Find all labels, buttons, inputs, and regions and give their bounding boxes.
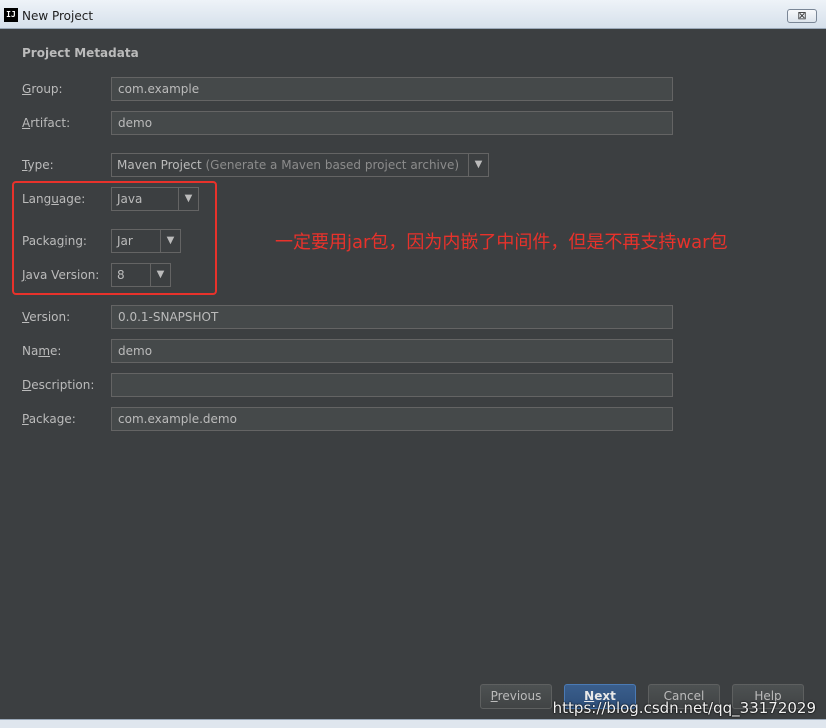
name-label: Name:	[22, 344, 62, 358]
chevron-down-icon[interactable]: ▼	[160, 230, 180, 252]
type-dropdown[interactable]: Maven Project (Generate a Maven based pr…	[111, 153, 489, 177]
java-version-dropdown[interactable]: 8 ▼	[111, 263, 171, 287]
package-label: Package:	[22, 412, 76, 426]
version-input[interactable]	[111, 305, 673, 329]
annotation-text: 一定要用jar包，因为内嵌了中间件，但是不再支持war包	[275, 232, 728, 253]
packaging-label: Packaging:	[22, 234, 87, 248]
window-title: New Project	[22, 9, 94, 23]
artifact-label: Artifact:	[22, 116, 71, 130]
type-value: Maven Project	[117, 158, 202, 172]
language-dropdown[interactable]: Java ▼	[111, 187, 199, 211]
description-input[interactable]	[111, 373, 673, 397]
section-title: Project Metadata	[22, 46, 139, 60]
type-hint: (Generate a Maven based project archive)	[205, 158, 460, 172]
java-version-value: 8	[117, 268, 125, 282]
java-version-label: Java Version:	[22, 268, 100, 282]
previous-button[interactable]: Previous	[480, 684, 552, 709]
language-value: Java	[117, 192, 143, 206]
name-input[interactable]	[111, 339, 673, 363]
close-button[interactable]: ⊠	[787, 9, 817, 23]
title-bar: IJ New Project ⊠	[0, 0, 826, 29]
language-label: Language:	[22, 192, 86, 206]
description-label: Description:	[22, 378, 95, 392]
group-input[interactable]	[111, 77, 673, 101]
watermark: https://blog.csdn.net/qq_33172029	[552, 699, 816, 717]
packaging-dropdown[interactable]: Jar ▼	[111, 229, 181, 253]
window-bottom-frame	[0, 719, 826, 728]
type-label: Type:	[22, 158, 54, 172]
chevron-down-icon[interactable]: ▼	[468, 154, 488, 176]
group-label: Group:	[22, 82, 63, 96]
chevron-down-icon[interactable]: ▼	[150, 264, 170, 286]
chevron-down-icon[interactable]: ▼	[178, 188, 198, 210]
package-input[interactable]	[111, 407, 673, 431]
artifact-input[interactable]	[111, 111, 673, 135]
intellij-app-icon: IJ	[4, 8, 18, 22]
version-label: Version:	[22, 310, 71, 324]
packaging-value: Jar	[117, 234, 133, 248]
